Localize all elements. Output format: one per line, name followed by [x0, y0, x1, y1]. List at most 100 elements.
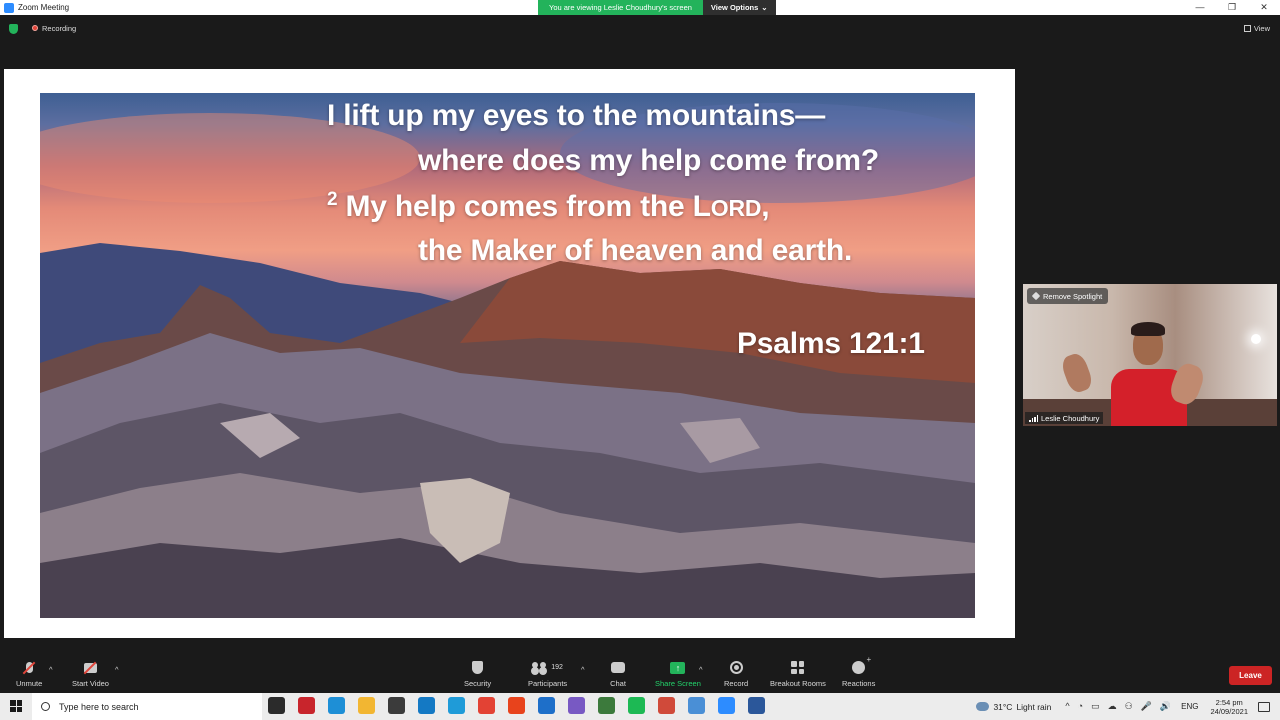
mcafee-icon[interactable]: [298, 697, 315, 714]
unmute-label: Unmute: [16, 679, 43, 688]
scripture-reference: Psalms 121:1: [737, 327, 925, 360]
participants-label: Participants: [528, 679, 568, 688]
weather-widget[interactable]: 31°C Light rain: [976, 702, 1051, 712]
security-label: Security: [464, 679, 492, 688]
clock-time: 2:54 pm: [1215, 697, 1243, 707]
verse-line-4: the Maker of heaven and earth.: [418, 234, 853, 267]
pin-icon: [1031, 291, 1041, 301]
scripture-slide: I lift up my eyes to the mountains— wher…: [40, 93, 975, 618]
record-label: Record: [724, 679, 749, 688]
taskbar-clock[interactable]: 2:54 pm 24/09/2021: [1210, 698, 1248, 716]
spotify-icon[interactable]: [628, 697, 645, 714]
participants-button[interactable]: 192 Participants: [528, 660, 567, 688]
edge-icon[interactable]: [328, 697, 345, 714]
tray-icon-2[interactable]: ▭: [1091, 701, 1100, 712]
participants-options-caret[interactable]: ^: [581, 665, 585, 674]
record-button[interactable]: Record: [724, 660, 748, 688]
task-view-icon[interactable]: [268, 697, 285, 714]
file-explorer-icon[interactable]: [358, 697, 375, 714]
share-screen-button[interactable]: ↑ Share Screen: [655, 660, 701, 688]
ceiling-light: [1251, 334, 1261, 344]
unmute-button[interactable]: Unmute: [16, 660, 42, 688]
lord-small-caps: ORD: [710, 195, 762, 221]
rain-cloud-icon: [976, 702, 990, 711]
office-icon[interactable]: [508, 697, 525, 714]
participants-count: 192: [551, 664, 563, 671]
view-button[interactable]: View: [1243, 24, 1270, 33]
clock-date: 24/09/2021: [1210, 706, 1248, 716]
remove-spotlight-button[interactable]: Remove Spotlight: [1027, 288, 1109, 304]
chat-label: Chat: [610, 679, 626, 688]
minimize-button[interactable]: —: [1184, 0, 1216, 15]
tray-icon-4[interactable]: ⚇: [1125, 701, 1133, 712]
search-icon: [41, 702, 50, 711]
verse-number: 2: [327, 189, 338, 210]
verse-line-3-tail: ,: [761, 190, 770, 223]
view-options-label: View Options: [710, 3, 759, 12]
view-options-button[interactable]: View Options ⌄: [702, 0, 776, 15]
view-label: View: [1253, 24, 1270, 33]
tray-icon-6[interactable]: 🔊: [1160, 701, 1171, 712]
tray-icon-0[interactable]: ^: [1065, 701, 1069, 712]
shared-screen: I lift up my eyes to the mountains— wher…: [4, 69, 1015, 638]
notifications-icon[interactable]: [1258, 701, 1270, 712]
speaker-video-tile[interactable]: Remove Spotlight Leslie Choudhury: [1023, 284, 1277, 426]
taskbar-search-box[interactable]: Type here to search: [32, 693, 262, 720]
grid-view-icon: [1243, 25, 1251, 32]
breakout-rooms-icon: [791, 661, 805, 674]
reactions-button[interactable]: Reactions: [842, 655, 876, 688]
restore-button[interactable]: ❐: [1216, 0, 1248, 15]
meeting-status-bar: Recording View: [0, 15, 1280, 41]
share-screen-label: Share Screen: [655, 679, 701, 688]
start-video-label: Start Video: [72, 679, 109, 688]
recording-icon: [32, 25, 38, 31]
zoom-app-icon: [4, 2, 14, 13]
chrome-icon[interactable]: [478, 697, 495, 714]
recording-label: Recording: [42, 24, 77, 33]
leave-button[interactable]: Leave: [1229, 666, 1272, 685]
participants-icon: [532, 662, 547, 673]
word-icon[interactable]: [748, 697, 765, 714]
breakout-rooms-label: Breakout Rooms: [770, 679, 826, 688]
verse-line-2: where does my help come from?: [418, 144, 879, 177]
windows-start-icon[interactable]: [10, 700, 22, 712]
participant-name-tag: Leslie Choudhury: [1025, 412, 1104, 424]
viewing-screen-label: You are viewing Leslie Choudhury's scree…: [538, 0, 703, 15]
audio-options-caret[interactable]: ^: [49, 665, 53, 674]
security-button[interactable]: Security: [464, 660, 491, 688]
remove-spotlight-label: Remove Spotlight: [1043, 291, 1103, 301]
share-options-caret[interactable]: ^: [699, 665, 703, 674]
reactions-label: Reactions: [842, 679, 876, 688]
store-icon[interactable]: [388, 697, 405, 714]
meeting-toolbar: Unmute ^ Start Video ^ Security 192 Part…: [0, 655, 1280, 693]
launcher-icon[interactable]: [448, 697, 465, 714]
system-tray: 31°C Light rain ^ ◔ ▭ ☁ ⚇ 🎤 🔊 ENG 2:54 pm 24/0…: [976, 693, 1280, 720]
tray-icon-5[interactable]: 🎤: [1141, 701, 1152, 712]
share-screen-icon: ↑: [670, 661, 686, 674]
verse-line-1: I lift up my eyes to the mountains—: [327, 99, 826, 132]
skype-icon[interactable]: [538, 697, 555, 714]
signal-strength-icon: [1029, 414, 1038, 422]
chrome-alt-icon[interactable]: [688, 697, 705, 714]
mail-icon[interactable]: [418, 697, 435, 714]
breakout-rooms-button[interactable]: Breakout Rooms: [770, 660, 826, 688]
start-video-button[interactable]: Start Video: [72, 660, 109, 688]
calculator-icon[interactable]: [598, 697, 615, 714]
video-options-caret[interactable]: ^: [115, 665, 119, 674]
encryption-shield-icon[interactable]: [9, 24, 18, 34]
chrome-profile-icon[interactable]: [658, 697, 675, 714]
tray-icon-1[interactable]: ◔: [1078, 701, 1083, 712]
chat-button[interactable]: Chat: [610, 660, 626, 688]
verse-line-3-text: My help comes from the L: [345, 190, 711, 223]
tray-icons: ^ ◔ ▭ ☁ ⚇ 🎤 🔊: [1065, 701, 1171, 712]
input-language[interactable]: ENG: [1181, 702, 1198, 711]
viber-icon[interactable]: [568, 697, 585, 714]
speaker-hair: [1131, 322, 1165, 336]
tray-icon-3[interactable]: ☁: [1108, 701, 1117, 712]
security-shield-icon: [472, 661, 484, 674]
window-title: Zoom Meeting: [18, 3, 70, 12]
window-controls: — ❐ ✕: [1184, 0, 1280, 15]
close-button[interactable]: ✕: [1248, 0, 1280, 15]
participant-name: Leslie Choudhury: [1041, 413, 1100, 423]
zoom-icon[interactable]: [718, 697, 735, 714]
